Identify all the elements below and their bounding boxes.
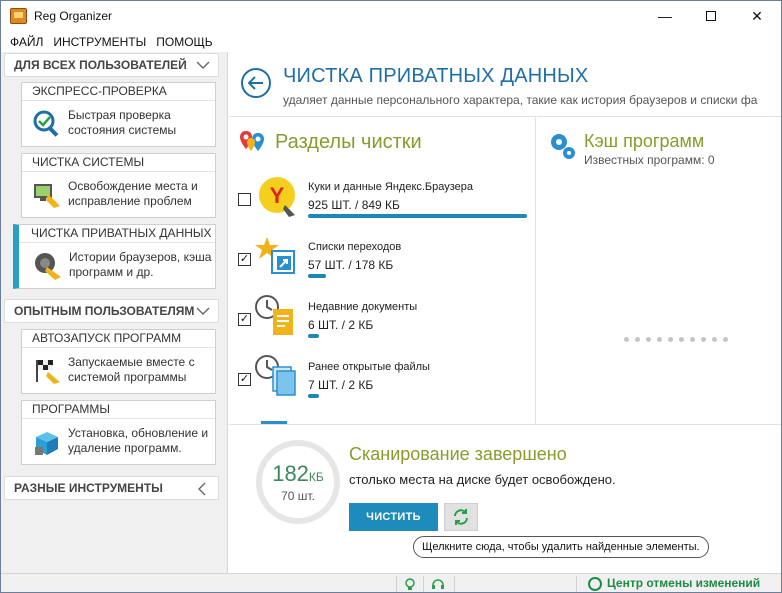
list-item[interactable]: Y Куки и данные Яндекс.Браузера 925 ШТ. … [229,175,535,231]
list-item[interactable]: ✓ Недавние документы 6 ШТ. / 2 КБ [229,295,535,351]
rescan-button[interactable] [444,503,478,531]
maximize-button[interactable] [688,1,734,31]
sidebar: ДЛЯ ВСЕХ ПОЛЬЗОВАТЕЛЕЙ ЭКСПРЕСС-ПРОВЕРКА… [1,52,228,573]
folder-icon [261,421,287,424]
card-text: Запускаемые вместе с системой программы [68,355,195,384]
freed-items-count: 70 шт. [281,489,315,503]
chevron-left-icon [196,482,208,496]
refresh-icon [454,509,468,525]
undo-center-icon [588,577,602,591]
status-bar: Центр отмены изменений [1,573,781,592]
menu-file[interactable]: ФАЙЛ [5,35,48,49]
item-checkbox[interactable]: ✓ [238,313,251,326]
card-text: Установка, обновление и удаление програм… [68,426,209,455]
app-logo-icon [10,8,27,24]
system-clean-icon [34,184,60,208]
group-misc-tools[interactable]: РАЗНЫЕ ИНСТРУМЕНТЫ [4,476,219,500]
sidebar-item-programs[interactable]: ПРОГРАММЫ Установка, обновление и удален… [21,400,216,465]
maximize-icon [706,11,716,21]
item-name: Списки переходов [308,241,402,253]
jump-list-icon [255,237,295,274]
close-button[interactable]: ✕ [734,1,780,31]
sections-title: Разделы чистки [275,131,422,153]
scan-result-area: 182КБ 70 шт. Сканирование завершено стол… [229,424,781,573]
chevron-down-icon [196,59,210,71]
cache-title: Кэш программ [584,131,705,151]
item-count: 57 ШТ. / 178 КБ [308,258,394,272]
program-cache-panel: Кэш программ Известных программ: 0 [537,116,781,424]
item-checkbox[interactable]: ✓ [238,373,251,386]
item-checkbox[interactable] [238,193,251,206]
svg-text:Y: Y [270,183,285,208]
arrow-left-icon [248,76,263,90]
chevron-down-icon [196,305,210,317]
clean-hint-tooltip: Щелкните сюда, чтобы удалить найденные э… [413,536,709,558]
yandex-browser-icon: Y [259,177,295,217]
card-text: Истории браузеров, кэша программ и др. [69,250,212,279]
main-content: ЧИСТКА ПРИВАТНЫХ ДАННЫХ удаляет данные п… [229,52,781,573]
headset-support-icon[interactable] [431,577,445,591]
back-button[interactable] [241,68,271,98]
cache-subtitle: Известных программ: 0 [584,153,715,167]
minimize-button[interactable]: — [642,1,688,31]
group-all-users[interactable]: ДЛЯ ВСЕХ ПОЛЬЗОВАТЕЛЕЙ [4,53,219,77]
card-title: ЧИСТКА СИСТЕМЫ [22,154,215,172]
programs-box-icon [35,432,58,455]
page-title: ЧИСТКА ПРИВАТНЫХ ДАННЫХ [283,65,589,87]
item-size-bar [308,334,319,338]
card-title: ЭКСПРЕСС-ПРОВЕРКА [22,83,215,101]
autostart-flag-icon [36,360,60,384]
list-item[interactable]: ✓ Ранее открытые файлы 7 ШТ. / 2 КБ [229,355,535,411]
card-title: АВТОЗАПУСК ПРОГРАММ [22,330,215,348]
item-name: Куки и данные Яндекс.Браузера [308,181,474,193]
page-subtitle: удаляет данные персонального характера, … [283,93,758,107]
item-size-bar [308,274,326,278]
scan-status-title: Сканирование завершено [349,444,567,464]
card-title: ПРОГРАММЫ [22,401,215,419]
item-name: Недавние документы [308,301,418,313]
freed-size: 182КБ [272,461,324,486]
loading-indicator [624,337,728,342]
menu-help[interactable]: ПОМОЩЬ [151,35,217,49]
privacy-clean-icon [35,253,61,280]
cleanup-sections-panel: Разделы чистки Y Куки и данные Яндекс.Бр… [229,116,536,424]
menu-bar: ФАЙЛ ИНСТРУМЕНТЫ ПОМОЩЬ [1,31,781,52]
group-all-users-label: ДЛЯ ВСЕХ ПОЛЬЗОВАТЕЛЕЙ [14,58,187,72]
group-advanced-users[interactable]: ОПЫТНЫМ ПОЛЬЗОВАТЕЛЯМ [4,299,219,323]
gears-icon [551,134,575,159]
sidebar-item-private-data[interactable]: ЧИСТКА ПРИВАТНЫХ ДАННЫХ Истории браузеро… [13,224,216,289]
list-item[interactable]: ✓ Списки переходов 57 ШТ. / 178 КБ [229,235,535,291]
item-name: Ранее открытые файлы [308,361,430,373]
card-title: ЧИСТКА ПРИВАТНЫХ ДАННЫХ [19,225,215,243]
recent-docs-icon [255,295,293,335]
item-checkbox[interactable]: ✓ [238,253,251,266]
item-count: 7 ШТ. / 2 КБ [308,378,374,392]
sidebar-item-express-check[interactable]: ЭКСПРЕСС-ПРОВЕРКА Быстрая проверка состо… [21,82,216,147]
group-misc-tools-label: РАЗНЫЕ ИНСТРУМЕНТЫ [14,481,163,495]
recent-files-icon [255,355,296,396]
app-window: Reg Organizer — ✕ ФАЙЛ ИНСТРУМЕНТЫ ПОМОЩ… [0,0,782,593]
clean-button[interactable]: ЧИСТИТЬ [349,503,438,531]
magnifier-check-icon [33,110,59,137]
item-count: 6 ШТ. / 2 КБ [308,318,374,332]
item-size-bar [308,394,319,398]
sidebar-item-autostart[interactable]: АВТОЗАПУСК ПРОГРАММ Запускаемые вместе с… [21,329,216,394]
item-count: 925 ШТ. / 849 КБ [308,198,400,212]
title-bar: Reg Organizer — ✕ [1,1,781,31]
lightbulb-icon[interactable] [403,577,417,591]
undo-center-link[interactable]: Центр отмены изменений [607,576,760,590]
window-title: Reg Organizer [34,9,113,23]
card-text: Быстрая проверка состояния системы [68,108,177,137]
map-pins-icon [240,131,264,151]
menu-tools[interactable]: ИНСТРУМЕНТЫ [48,35,151,49]
item-size-bar [308,214,527,218]
card-text: Освобождение места и исправление проблем [68,179,198,208]
scan-status-desc: столько места на диске будет освобождено… [349,472,616,487]
sidebar-item-system-clean[interactable]: ЧИСТКА СИСТЕМЫ Освобождение места и испр… [21,153,216,218]
group-advanced-users-label: ОПЫТНЫМ ПОЛЬЗОВАТЕЛЯМ [14,304,195,318]
list-item-partial[interactable] [229,415,535,424]
